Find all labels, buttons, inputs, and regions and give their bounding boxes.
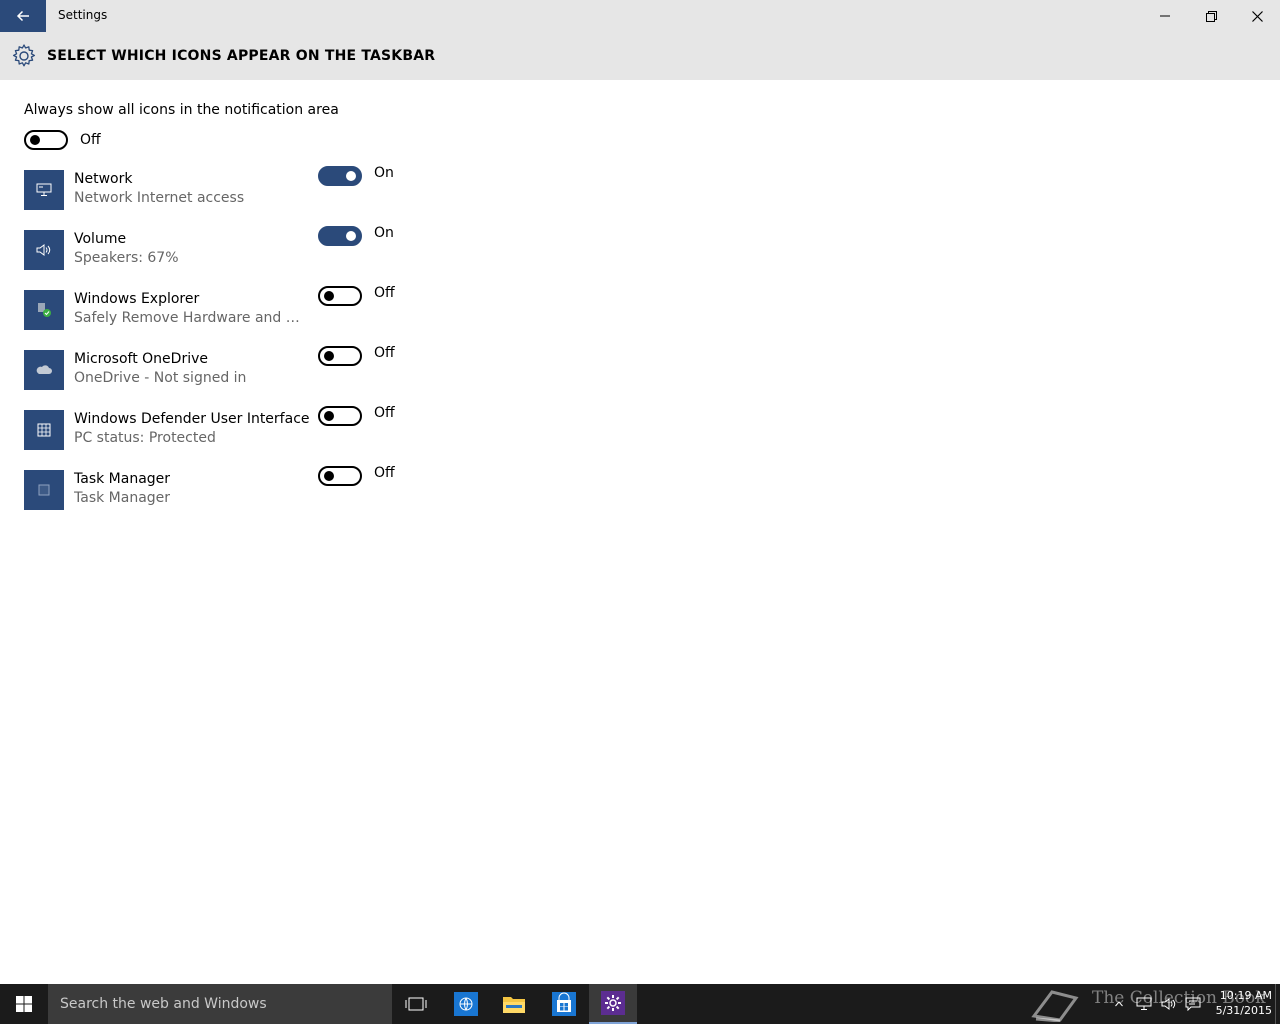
always-show-state: Off — [80, 132, 101, 148]
always-show-label: Always show all icons in the notificatio… — [24, 102, 339, 118]
taskbar-explorer-button[interactable] — [490, 984, 538, 1024]
app-name: Network — [74, 171, 133, 187]
volume-icon — [24, 230, 64, 270]
back-arrow-icon — [16, 10, 29, 22]
browser-icon — [454, 992, 478, 1016]
show-desktop-button[interactable] — [1275, 984, 1280, 1024]
list-item: Volume Speakers: 67% On — [24, 225, 424, 270]
taskbar-clock[interactable]: 10:19 AM 5/31/2015 — [1208, 988, 1272, 1018]
app-name: Microsoft OneDrive — [74, 351, 208, 367]
task-view-icon — [405, 997, 427, 1011]
toggle-knob — [324, 351, 334, 361]
tray-volume-button[interactable] — [1158, 984, 1180, 1024]
taskbar-settings-button[interactable] — [589, 984, 637, 1024]
toggle-knob — [324, 471, 334, 481]
volume-tray-icon — [1161, 998, 1176, 1010]
toggle-knob — [324, 411, 334, 421]
defender-toggle[interactable] — [318, 406, 362, 426]
chevron-up-icon — [1115, 1001, 1123, 1007]
defender-state: Off — [374, 405, 395, 421]
back-button[interactable] — [0, 0, 46, 32]
list-item: Microsoft OneDrive OneDrive - Not signed… — [24, 345, 424, 390]
tray-network-button[interactable] — [1134, 984, 1154, 1024]
store-icon — [552, 992, 576, 1016]
minimize-button[interactable] — [1142, 0, 1188, 32]
app-description: OneDrive - Not signed in — [74, 370, 247, 386]
book-logo-icon — [1031, 990, 1079, 1022]
defender-icon — [24, 410, 64, 450]
app-name: Volume — [74, 231, 127, 247]
network-toggle[interactable] — [318, 166, 362, 186]
app-description: PC status: Protected — [74, 430, 216, 446]
toggle-knob — [346, 231, 356, 241]
page-title: SELECT WHICH ICONS APPEAR ON THE TASKBAR — [47, 48, 436, 64]
toggle-knob — [346, 171, 356, 181]
volume-toggle[interactable] — [318, 226, 362, 246]
list-item: Windows Explorer Safely Remove Hardware … — [24, 285, 424, 330]
toggle-knob — [30, 135, 40, 145]
app-description: Task Manager — [74, 490, 171, 506]
app-name: Task Manager — [74, 471, 171, 487]
taskbar-search[interactable]: Search the web and Windows — [48, 984, 392, 1024]
network-icon — [24, 170, 64, 210]
search-placeholder: Search the web and Windows — [60, 996, 267, 1012]
settings-gear-icon — [601, 991, 625, 1015]
usb-eject-icon — [24, 290, 64, 330]
app-description: Speakers: 67% — [74, 250, 179, 266]
windows-logo-icon — [16, 996, 32, 1012]
close-button[interactable] — [1234, 0, 1280, 32]
minimize-icon — [1160, 15, 1170, 17]
start-button[interactable] — [0, 984, 48, 1024]
network-state: On — [374, 165, 394, 181]
clock-date: 5/31/2015 — [1215, 1004, 1272, 1017]
taskbar-store-button[interactable] — [540, 984, 588, 1024]
task-manager-icon — [24, 470, 64, 510]
task-view-button[interactable] — [392, 984, 440, 1024]
list-item: Network Network Internet access On — [24, 165, 424, 210]
network-tray-icon — [1136, 997, 1152, 1010]
close-icon — [1251, 10, 1263, 22]
onedrive-toggle[interactable] — [318, 346, 362, 366]
restore-button[interactable] — [1188, 0, 1234, 32]
folder-icon — [503, 997, 525, 1013]
onedrive-state: Off — [374, 345, 395, 361]
onedrive-icon — [24, 350, 64, 390]
app-description: Safely Remove Hardware and Eje... — [74, 310, 304, 326]
list-item: Task Manager Task Manager Off — [24, 465, 424, 510]
page-header: SELECT WHICH ICONS APPEAR ON THE TASKBAR — [0, 32, 1280, 80]
task-manager-state: Off — [374, 465, 395, 481]
list-item: Windows Defender User Interface PC statu… — [24, 405, 424, 450]
clock-time: 10:19 AM — [1219, 989, 1272, 1002]
windows-explorer-toggle[interactable] — [318, 286, 362, 306]
toggle-knob — [324, 291, 334, 301]
title-bar: Settings — [0, 0, 1280, 32]
show-hidden-icons-button[interactable] — [1112, 984, 1126, 1024]
windows-explorer-state: Off — [374, 285, 395, 301]
volume-state: On — [374, 225, 394, 241]
restore-icon — [1205, 10, 1217, 22]
window-title: Settings — [58, 8, 108, 22]
settings-content: Always show all icons in the notificatio… — [0, 80, 1280, 984]
action-center-button[interactable] — [1182, 984, 1204, 1024]
taskbar-edge-button[interactable] — [442, 984, 490, 1024]
action-center-icon — [1185, 997, 1201, 1011]
taskbar: Search the web and Windows The Collectio… — [0, 984, 1280, 1024]
always-show-toggle[interactable] — [24, 130, 68, 150]
gear-icon — [12, 44, 36, 67]
app-name: Windows Defender User Interface — [74, 411, 310, 427]
app-description: Network Internet access — [74, 190, 245, 206]
app-name: Windows Explorer — [74, 291, 200, 307]
task-manager-toggle[interactable] — [318, 466, 362, 486]
